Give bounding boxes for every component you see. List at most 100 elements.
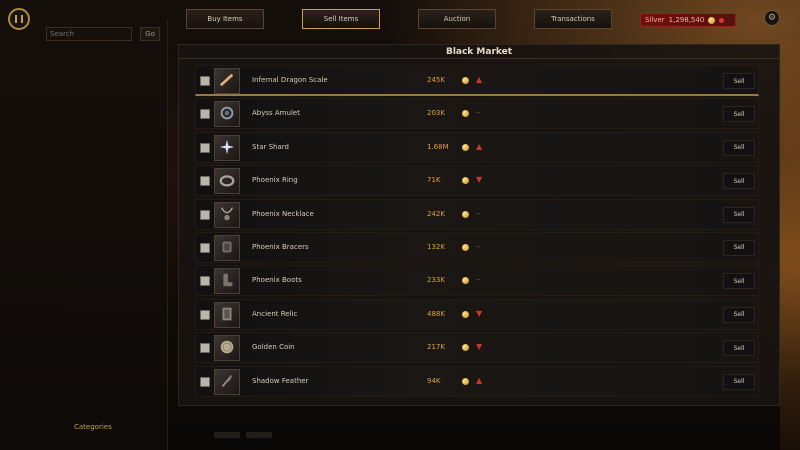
item-name: Golden Coin [252,343,295,352]
coin-icon [462,143,469,151]
item-thumbnail[interactable] [214,68,240,94]
relic-icon [218,305,236,325]
tab-sell[interactable]: Sell Items [302,9,380,29]
sell-button[interactable]: Sell [723,173,755,190]
item-price: 1.68M [427,142,449,151]
price-trend-icon: – [476,208,480,218]
sparkle-icon [218,138,236,158]
sell-button[interactable]: Sell [723,273,755,290]
page-indicator[interactable] [246,432,272,438]
market-row[interactable]: Phoenix Boots 233K – Sell [195,265,759,297]
market-panel: Black Market Infernal Dragon Scale 245K ▲ S… [178,44,780,406]
row-checkbox[interactable] [200,242,210,253]
coin-icon [462,177,469,185]
item-thumbnail[interactable] [214,168,240,195]
market-row[interactable]: Phoenix Necklace 242K – Sell [195,198,759,230]
item-price: 217K [427,343,445,352]
coin-icon [462,77,469,84]
price-trend-icon: ▼ [476,175,483,185]
item-price: 245K [427,76,445,84]
row-checkbox[interactable] [200,209,210,220]
item-thumbnail[interactable] [214,268,240,295]
item-price: 233K [427,276,445,285]
page-title: Black Market [445,47,513,57]
item-name: Shadow Feather [252,376,309,385]
boots-icon [218,271,236,291]
row-checkbox[interactable] [200,343,210,354]
sell-button[interactable]: Sell [723,340,755,357]
divider [179,58,779,59]
item-price: 132K [427,242,445,251]
menu-button[interactable] [8,8,30,30]
coin-icon [462,377,469,385]
row-checkbox[interactable] [200,109,210,120]
coin-icon [462,210,469,218]
row-checkbox[interactable] [200,76,210,86]
row-checkbox[interactable] [200,142,210,153]
coin-icon [708,16,716,24]
market-row[interactable]: Ancient Relic 488K ▼ Sell [195,298,759,330]
market-row[interactable]: Golden Coin 217K ▼ Sell [195,332,759,364]
necklace-icon [218,205,236,225]
coin-icon [462,110,469,118]
search-button[interactable]: Go [140,27,160,41]
item-name: Phoenix Boots [252,276,302,285]
item-price: 94K [427,376,441,385]
currency-display: Silver 1,298,540 [640,13,736,27]
item-thumbnail[interactable] [214,368,240,395]
bone-icon [218,71,236,91]
item-name: Ancient Relic [252,309,298,318]
sell-button[interactable]: Sell [723,106,755,123]
coin-icon [462,344,469,352]
sell-button[interactable]: Sell [723,206,755,223]
bracers-icon [218,238,236,258]
row-checkbox[interactable] [200,309,210,320]
page-indicator[interactable] [214,432,240,438]
market-row[interactable]: Star Shard 1.68M ▲ Sell [195,131,759,163]
coin-icon [462,243,469,251]
market-row[interactable]: Shadow Feather 94K ▲ Sell [195,365,759,397]
item-thumbnail[interactable] [214,234,240,261]
price-trend-icon: – [476,241,480,251]
currency-unit: Silver [645,16,665,24]
market-list: Infernal Dragon Scale 245K ▲ Sell Abyss Amul… [195,65,759,399]
sell-button[interactable]: Sell [723,306,755,323]
tab-transactions[interactable]: Transactions [534,9,612,29]
coin-icon [218,338,236,358]
sell-button[interactable]: Sell [723,139,755,156]
tab-auction[interactable]: Auction [418,9,496,29]
item-price: 242K [427,209,445,218]
price-trend-icon: ▲ [476,141,483,151]
item-thumbnail[interactable] [214,101,240,128]
sell-button[interactable]: Sell [723,73,755,89]
item-price: 203K [427,109,445,118]
market-row[interactable]: Infernal Dragon Scale 245K ▲ Sell [195,65,759,96]
item-thumbnail[interactable] [214,201,240,228]
item-name: Phoenix Ring [252,176,298,185]
search-bar: Go [46,27,160,41]
row-checkbox[interactable] [200,176,210,187]
row-checkbox[interactable] [200,376,210,387]
sell-button[interactable]: Sell [723,239,755,256]
row-checkbox[interactable] [200,276,210,287]
item-name: Phoenix Bracers [252,242,309,251]
item-thumbnail[interactable] [214,335,240,362]
tab-buy[interactable]: Buy Items [186,9,264,29]
price-trend-icon: ▲ [476,375,483,385]
item-thumbnail[interactable] [214,134,240,161]
item-price: 71K [427,176,441,185]
item-thumbnail[interactable] [214,301,240,328]
price-trend-icon: ▼ [476,308,483,318]
market-row[interactable]: Phoenix Bracers 132K – Sell [195,231,759,263]
search-input[interactable] [46,27,132,41]
pagination [214,432,272,438]
settings-icon[interactable]: ⚙ [764,10,780,26]
price-trend-icon: ▲ [476,75,483,84]
market-row[interactable]: Phoenix Ring 71K ▼ Sell [195,165,759,197]
price-trend-icon: – [476,108,480,118]
sidebar-footer-label[interactable]: Categories [74,423,112,431]
coin-icon [462,277,469,285]
sell-button[interactable]: Sell [723,373,755,390]
price-trend-icon: – [476,275,480,285]
market-row[interactable]: Abyss Amulet 203K – Sell [195,98,759,130]
